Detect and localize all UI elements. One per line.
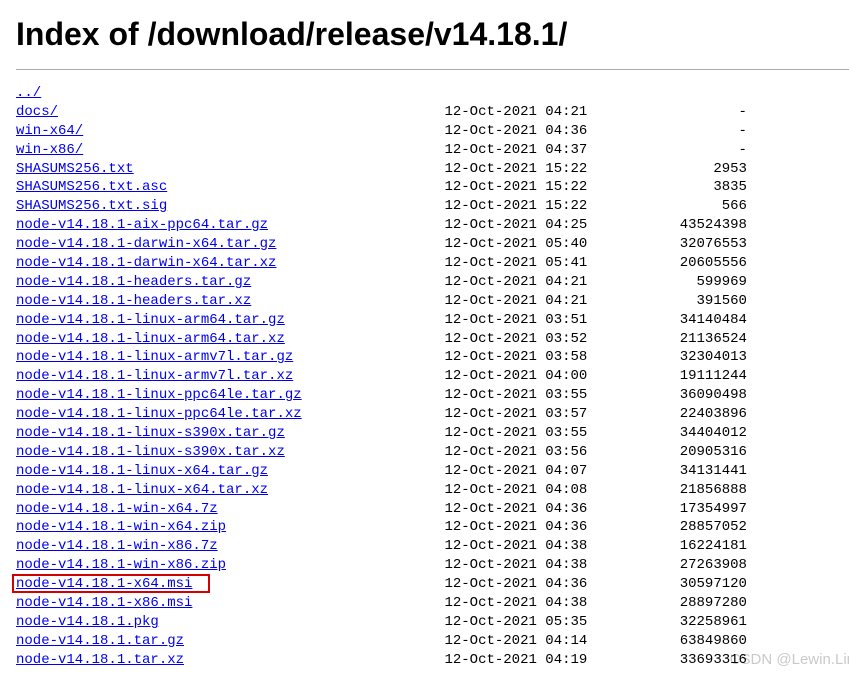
file-link[interactable]: node-v14.18.1-linux-ppc64le.tar.xz bbox=[16, 406, 302, 422]
file-link[interactable]: node-v14.18.1-linux-ppc64le.tar.gz bbox=[16, 387, 302, 403]
file-link[interactable]: win-x64/ bbox=[16, 123, 83, 139]
file-link[interactable]: node-v14.18.1-linux-armv7l.tar.xz bbox=[16, 368, 293, 384]
file-link[interactable]: SHASUMS256.txt.sig bbox=[16, 198, 167, 214]
file-link[interactable]: node-v14.18.1-linux-s390x.tar.gz bbox=[16, 425, 285, 441]
file-link[interactable]: node-v14.18.1-aix-ppc64.tar.gz bbox=[16, 217, 268, 233]
file-link[interactable]: node-v14.18.1-linux-arm64.tar.gz bbox=[16, 312, 285, 328]
file-link[interactable]: SHASUMS256.txt bbox=[16, 161, 134, 177]
file-link[interactable]: docs/ bbox=[16, 104, 58, 120]
file-link[interactable]: node-v14.18.1-win-x86.zip bbox=[16, 557, 226, 573]
directory-listing: ../ docs/ 12-Oct-2021 04:21 - win-x64/ 1… bbox=[16, 84, 849, 670]
file-link[interactable]: node-v14.18.1-win-x64.7z bbox=[16, 501, 218, 517]
file-link[interactable]: node-v14.18.1-linux-armv7l.tar.gz bbox=[16, 349, 293, 365]
file-link[interactable]: node-v14.18.1-linux-x64.tar.gz bbox=[16, 463, 268, 479]
file-link[interactable]: node-v14.18.1-linux-s390x.tar.xz bbox=[16, 444, 285, 460]
file-link[interactable]: node-v14.18.1-darwin-x64.tar.gz bbox=[16, 236, 276, 252]
file-link[interactable]: node-v14.18.1.tar.xz bbox=[16, 652, 184, 668]
file-link[interactable]: node-v14.18.1-win-x64.zip bbox=[16, 519, 226, 535]
parent-dir-link[interactable]: ../ bbox=[16, 85, 41, 101]
file-link[interactable]: node-v14.18.1.pkg bbox=[16, 614, 159, 630]
file-link[interactable]: node-v14.18.1-x64.msi bbox=[16, 576, 192, 592]
file-link[interactable]: node-v14.18.1-headers.tar.xz bbox=[16, 293, 251, 309]
file-link[interactable]: node-v14.18.1-headers.tar.gz bbox=[16, 274, 251, 290]
file-link[interactable]: node-v14.18.1-linux-x64.tar.xz bbox=[16, 482, 268, 498]
file-link[interactable]: node-v14.18.1-win-x86.7z bbox=[16, 538, 218, 554]
file-link[interactable]: node-v14.18.1-linux-arm64.tar.xz bbox=[16, 331, 285, 347]
file-link[interactable]: SHASUMS256.txt.asc bbox=[16, 179, 167, 195]
file-link[interactable]: node-v14.18.1.tar.gz bbox=[16, 633, 184, 649]
divider bbox=[16, 69, 849, 70]
file-link[interactable]: node-v14.18.1-x86.msi bbox=[16, 595, 192, 611]
file-link[interactable]: node-v14.18.1-darwin-x64.tar.xz bbox=[16, 255, 276, 271]
file-link[interactable]: win-x86/ bbox=[16, 142, 83, 158]
page-title: Index of /download/release/v14.18.1/ bbox=[16, 16, 849, 53]
